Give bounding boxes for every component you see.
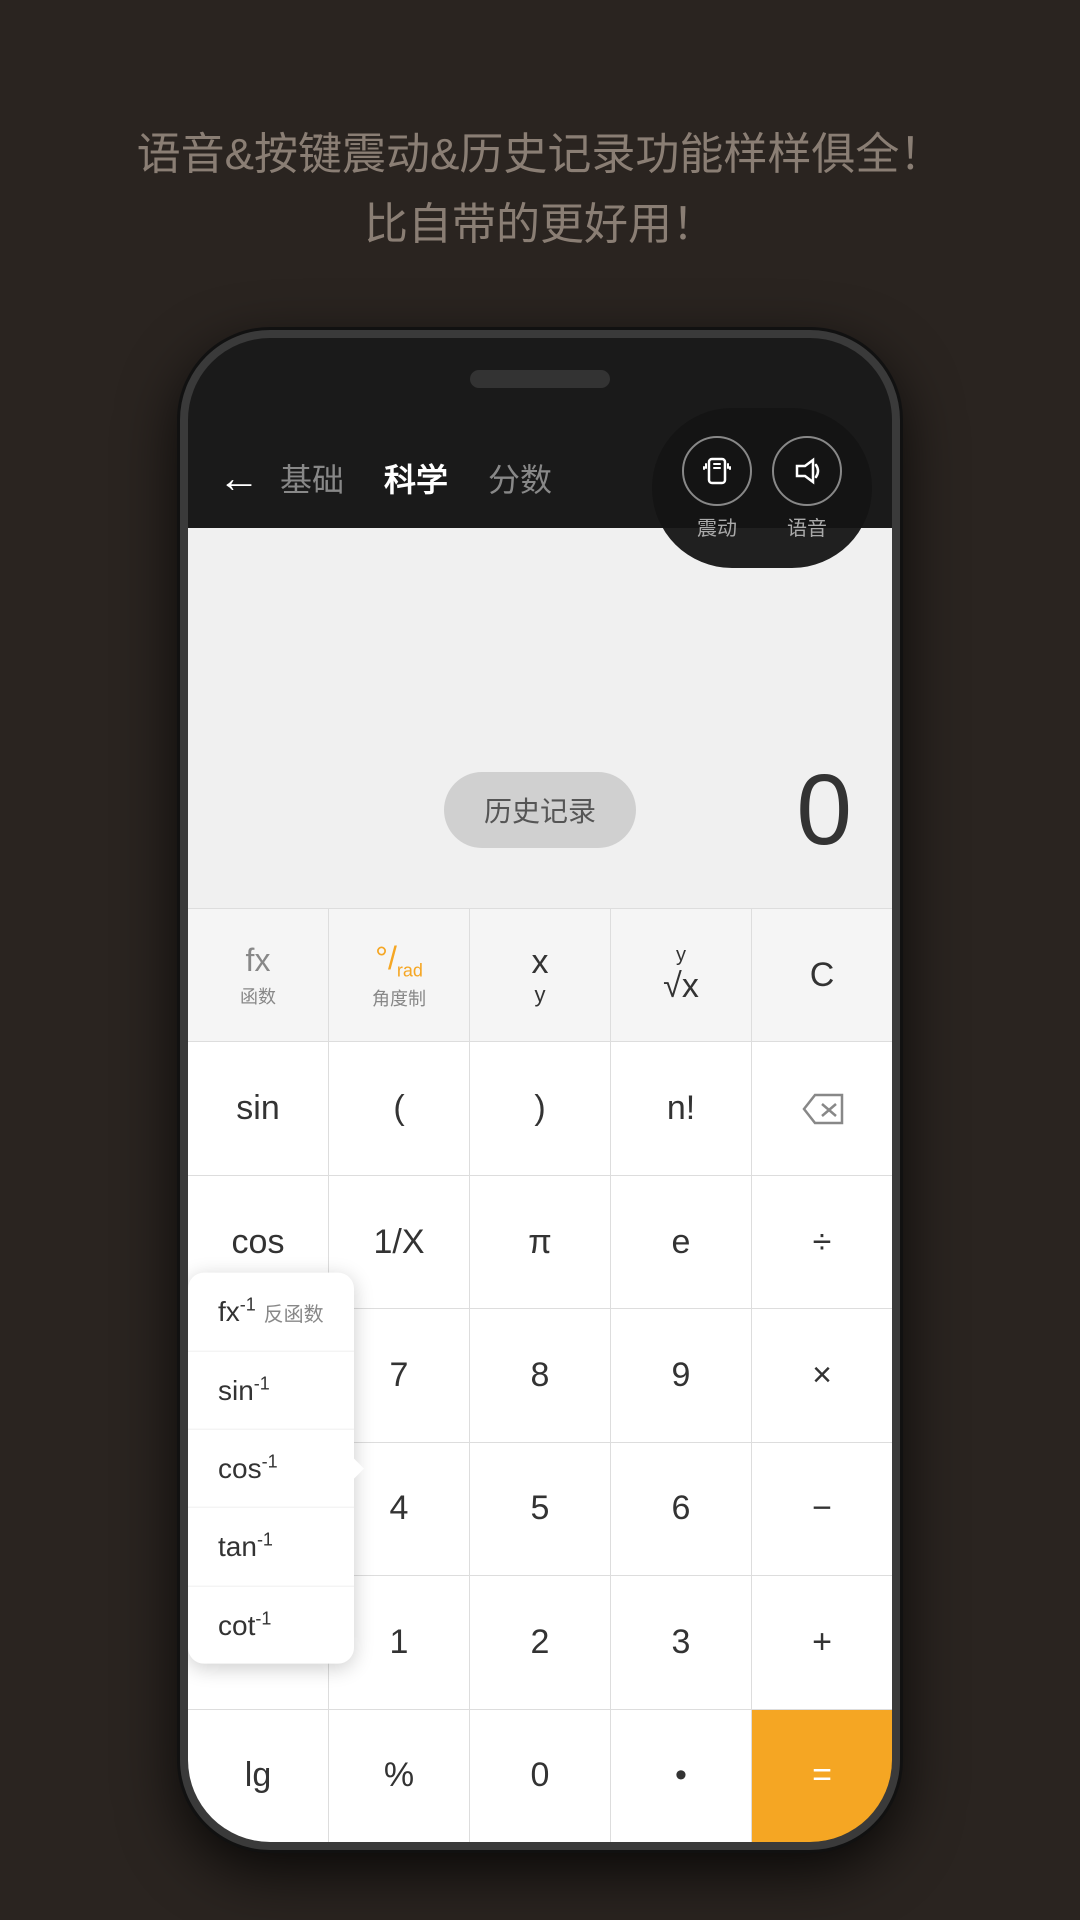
key-0[interactable]: 0 — [470, 1710, 611, 1842]
keypad-row-7: lg % 0 • = — [188, 1709, 892, 1842]
key-fx[interactable]: fx 函数 — [188, 909, 329, 1041]
popup-item-cos[interactable]: cos-1 — [188, 1430, 354, 1508]
key-3[interactable]: 3 — [611, 1576, 752, 1708]
keypad-area: fx-1 反函数 sin-1 cos-1 tan-1 cot-1 fx 函数 — [188, 908, 892, 1842]
display-number: 0 — [796, 753, 852, 868]
key-6[interactable]: 6 — [611, 1443, 752, 1575]
key-lg[interactable]: lg — [188, 1710, 329, 1842]
keypad-row-2: sin ( ) n! — [188, 1041, 892, 1174]
inverse-function-popup: fx-1 反函数 sin-1 cos-1 tan-1 cot-1 — [188, 1273, 354, 1664]
key-root[interactable]: y√x — [611, 909, 752, 1041]
key-angle[interactable]: °/rad 角度制 — [329, 909, 470, 1041]
back-button[interactable]: ← — [218, 454, 260, 502]
tab-science[interactable]: 科学 — [384, 455, 448, 501]
key-percent[interactable]: % — [329, 1710, 470, 1842]
key-power[interactable]: xy — [470, 909, 611, 1041]
tab-fraction[interactable]: 分数 — [488, 455, 552, 501]
popup-item-sin[interactable]: sin-1 — [188, 1351, 354, 1429]
nav-bar: ← 基础 科学 分数 — [188, 428, 892, 528]
key-pi[interactable]: π — [470, 1176, 611, 1308]
key-clear[interactable]: C — [752, 909, 892, 1041]
key-9[interactable]: 9 — [611, 1309, 752, 1441]
vibration-icon-item[interactable]: 震动 — [682, 436, 752, 541]
key-subtract[interactable]: − — [752, 1443, 892, 1575]
side-button-left — [180, 638, 184, 718]
popup-item-tan[interactable]: tan-1 — [188, 1508, 354, 1586]
popup-item-cot[interactable]: cot-1 — [188, 1586, 354, 1663]
key-add[interactable]: + — [752, 1576, 892, 1708]
sound-label: 语音 — [787, 512, 827, 541]
promo-line2: 比自带的更好用！ — [60, 190, 1020, 260]
tab-basic[interactable]: 基础 — [280, 455, 344, 501]
phone-shell: ← 基础 科学 分数 — [180, 330, 900, 1850]
popup-item-fx[interactable]: fx-1 反函数 — [188, 1273, 354, 1351]
icons-popup: 震动 语音 — [652, 408, 872, 568]
vibration-label: 震动 — [697, 512, 737, 541]
key-open-paren[interactable]: ( — [329, 1042, 470, 1174]
key-divide[interactable]: ÷ — [752, 1176, 892, 1308]
sound-icon-item[interactable]: 语音 — [772, 436, 842, 541]
key-euler[interactable]: e — [611, 1176, 752, 1308]
promo-text: 语音&按键震动&历史记录功能样样俱全！ 比自带的更好用！ — [0, 120, 1080, 261]
key-sin[interactable]: sin — [188, 1042, 329, 1174]
key-close-paren[interactable]: ) — [470, 1042, 611, 1174]
history-button[interactable]: 历史记录 — [444, 772, 636, 848]
phone-mockup: ← 基础 科学 分数 — [180, 330, 900, 1850]
key-equals[interactable]: = — [752, 1710, 892, 1842]
keypad-row-1: fx 函数 °/rad 角度制 xy y√x C — [188, 908, 892, 1041]
key-2[interactable]: 2 — [470, 1576, 611, 1708]
sound-icon — [772, 436, 842, 506]
phone-speaker — [470, 370, 610, 388]
key-multiply[interactable]: × — [752, 1309, 892, 1441]
vibration-icon — [682, 436, 752, 506]
promo-line1: 语音&按键震动&历史记录功能样样俱全！ — [60, 120, 1020, 190]
key-decimal[interactable]: • — [611, 1710, 752, 1842]
phone-content: ← 基础 科学 分数 — [188, 428, 892, 1842]
key-8[interactable]: 8 — [470, 1309, 611, 1441]
nav-tabs: 基础 科学 分数 — [280, 455, 552, 501]
key-backspace[interactable] — [752, 1042, 892, 1174]
key-5[interactable]: 5 — [470, 1443, 611, 1575]
side-button-right — [896, 618, 900, 738]
display-area: 历史记录 0 — [188, 528, 892, 908]
key-factorial[interactable]: n! — [611, 1042, 752, 1174]
